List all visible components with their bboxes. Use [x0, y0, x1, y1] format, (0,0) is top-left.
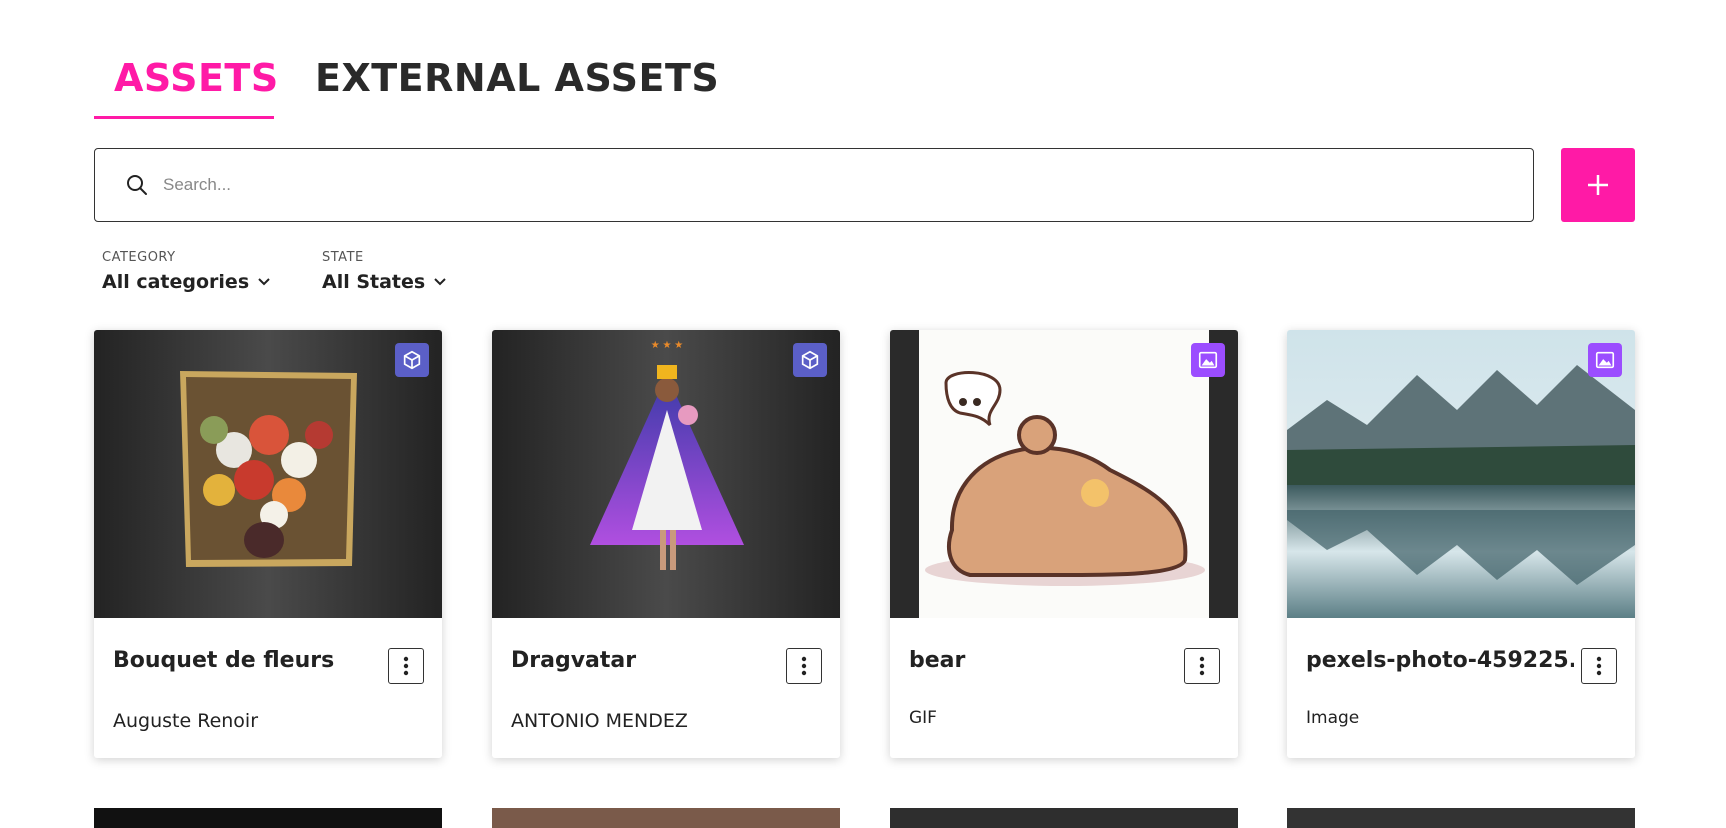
chevron-down-icon	[258, 278, 270, 286]
asset-card-partial[interactable]	[1287, 808, 1635, 828]
image-icon	[1588, 343, 1622, 377]
state-filter: STATE All States	[322, 250, 447, 293]
asset-card[interactable]: ★ ★ ★ Dragvatar ANTONIO MENDEZ	[492, 330, 840, 758]
asset-title: pexels-photo-459225....	[1306, 648, 1574, 673]
active-tab-indicator	[94, 116, 274, 119]
asset-title: Dragvatar	[511, 648, 637, 673]
asset-card-partial[interactable]	[890, 808, 1238, 828]
asset-thumbnail	[94, 330, 442, 618]
kebab-menu-icon	[403, 656, 409, 676]
chevron-down-icon	[434, 278, 446, 286]
image-icon	[1191, 343, 1225, 377]
asset-type: Image	[1306, 708, 1360, 728]
asset-card-partial[interactable]	[94, 808, 442, 828]
asset-author: ANTONIO MENDEZ	[511, 710, 688, 732]
asset-thumbnail: ★ ★ ★	[492, 330, 840, 618]
search-bar[interactable]	[94, 148, 1534, 222]
tab-external-assets[interactable]: EXTERNAL ASSETS	[315, 54, 719, 102]
cube-3d-icon	[793, 343, 827, 377]
tab-bar: ASSETS EXTERNAL ASSETS	[94, 44, 1634, 120]
cube-3d-icon	[395, 343, 429, 377]
more-options-button[interactable]	[388, 648, 424, 684]
kebab-menu-icon	[1596, 656, 1602, 676]
plus-icon	[1588, 175, 1608, 195]
more-options-button[interactable]	[1184, 648, 1220, 684]
asset-title: Bouquet de fleurs	[113, 648, 335, 673]
asset-card[interactable]: Bouquet de fleurs Auguste Renoir	[94, 330, 442, 758]
more-options-button[interactable]	[1581, 648, 1617, 684]
asset-title: bear	[909, 648, 966, 673]
state-dropdown[interactable]: All States	[322, 271, 447, 293]
category-filter-label: CATEGORY	[102, 250, 176, 265]
kebab-menu-icon	[1199, 656, 1205, 676]
search-input[interactable]	[161, 174, 1465, 196]
asset-card[interactable]: bear GIF	[890, 330, 1238, 758]
tab-assets[interactable]: ASSETS	[114, 54, 279, 102]
add-asset-button[interactable]	[1561, 148, 1635, 222]
asset-type: GIF	[909, 708, 937, 728]
category-dropdown[interactable]: All categories	[102, 271, 271, 293]
category-filter: CATEGORY All categories	[102, 250, 271, 293]
asset-card-partial[interactable]	[492, 808, 840, 828]
svg-text:★ ★ ★: ★ ★ ★	[651, 340, 683, 351]
state-filter-label: STATE	[322, 250, 364, 265]
category-value: All categories	[102, 271, 250, 293]
asset-author: Auguste Renoir	[113, 710, 259, 732]
asset-thumbnail	[1287, 330, 1635, 618]
asset-thumbnail	[890, 330, 1238, 618]
state-value: All States	[322, 271, 426, 293]
kebab-menu-icon	[801, 656, 807, 676]
asset-card[interactable]: pexels-photo-459225.... Image	[1287, 330, 1635, 758]
more-options-button[interactable]	[786, 648, 822, 684]
search-icon	[127, 175, 147, 195]
